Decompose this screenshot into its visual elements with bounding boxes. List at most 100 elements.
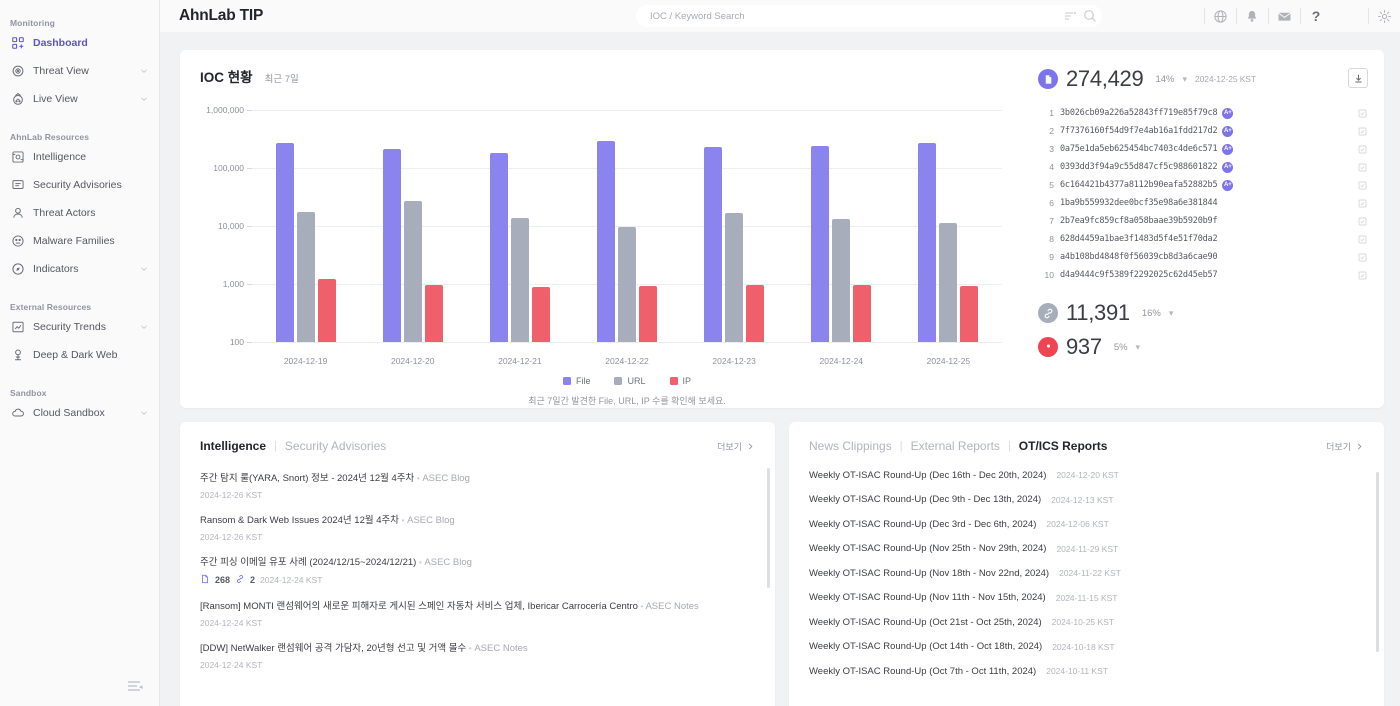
item-title[interactable]: Weekly OT-ISAC Round-Up (Dec 3rd - Dec 6… — [809, 519, 1036, 530]
chart-bar-url[interactable] — [297, 212, 315, 342]
chart-bar-ip[interactable] — [853, 285, 871, 342]
chart-bar-url[interactable] — [832, 219, 850, 342]
sidebar-item-threat-view[interactable]: Threat View — [0, 58, 159, 84]
ioc-hash-row[interactable]: 13b026cb09a226a52843ff719e85f79c8A+ — [1038, 104, 1368, 122]
item-title[interactable]: Weekly OT-ISAC Round-Up (Nov 18th - Nov … — [809, 568, 1049, 579]
chart-bar-file[interactable] — [811, 146, 829, 342]
intelligence-more-link[interactable]: 더보기 — [717, 440, 755, 453]
hash-value[interactable]: a4b108bd4848f0f56039cb8d3a6cae90 — [1060, 252, 1217, 262]
search-input[interactable] — [636, 11, 1062, 22]
chevron-down-icon[interactable] — [139, 94, 149, 104]
chart-bar-file[interactable] — [383, 149, 401, 342]
copy-icon[interactable] — [1357, 234, 1368, 245]
sidebar-item-intelligence[interactable]: Intelligence — [0, 144, 159, 170]
chart-bar-file[interactable] — [597, 141, 615, 342]
sidebar-item-security-trends[interactable]: Security Trends — [0, 314, 159, 340]
list-item[interactable]: [DDW] NetWalker 랜섬웨어 공격 가담자, 20년형 선고 및 거… — [200, 633, 755, 675]
copy-icon[interactable] — [1357, 126, 1368, 137]
sidebar-item-live-view[interactable]: Live View — [0, 86, 159, 112]
copy-icon[interactable] — [1357, 198, 1368, 209]
hash-value[interactable]: d4a9444c9f5389f2292025c62d45eb57 — [1060, 270, 1217, 280]
list-item[interactable]: Weekly OT-ISAC Round-Up (Oct 21st - Oct … — [809, 610, 1364, 635]
filter-list-icon[interactable] — [1062, 8, 1078, 24]
list-item[interactable]: Ransom & Dark Web Issues 2024년 12월 4주차 •… — [200, 505, 755, 547]
chart-bar-file[interactable] — [704, 147, 722, 342]
hash-value[interactable]: 7f7376160f54d9f7e4ab16a1fdd217d2 — [1060, 126, 1217, 136]
chart-bar-url[interactable] — [511, 218, 529, 342]
item-title[interactable]: Ransom & Dark Web Issues 2024년 12월 4주차 •… — [200, 512, 755, 526]
ioc-hash-row[interactable]: 72b7ea9fc859cf8a058baae39b5920b9f — [1038, 212, 1368, 230]
search-icon[interactable] — [1082, 8, 1098, 24]
list-item[interactable]: Weekly OT-ISAC Round-Up (Dec 3rd - Dec 6… — [809, 512, 1364, 537]
global-search[interactable] — [636, 5, 1102, 27]
chart-bar-ip[interactable] — [532, 287, 550, 342]
chart-bar-file[interactable] — [276, 143, 294, 342]
item-title[interactable]: Weekly OT-ISAC Round-Up (Dec 16th - Dec … — [809, 470, 1046, 481]
copy-icon[interactable] — [1357, 108, 1368, 119]
ioc-hash-row[interactable]: 40393dd3f94a9c55d847cf5c988601822A+ — [1038, 158, 1368, 176]
list-item[interactable]: Weekly OT-ISAC Round-Up (Dec 9th - Dec 1… — [809, 488, 1364, 513]
chevron-down-icon[interactable] — [139, 66, 149, 76]
copy-icon[interactable] — [1357, 162, 1368, 173]
hash-value[interactable]: 3b026cb09a226a52843ff719e85f79c8 — [1060, 108, 1217, 118]
sidebar-item-dashboard[interactable]: Dashboard — [0, 30, 159, 56]
sidebar-item-malware-families[interactable]: Malware Families — [0, 228, 159, 254]
chevron-down-icon[interactable] — [139, 264, 149, 274]
copy-icon[interactable] — [1357, 252, 1368, 263]
collapse-sidebar-icon[interactable]: ◂ — [125, 676, 145, 696]
ioc-hash-row[interactable]: 10d4a9444c9f5389f2292025c62d45eb57 — [1038, 266, 1368, 284]
tab-external-reports[interactable]: External Reports — [911, 439, 1000, 453]
list-item[interactable]: Weekly OT-ISAC Round-Up (Nov 11th - Nov … — [809, 586, 1364, 611]
tab-security-advisories[interactable]: Security Advisories — [285, 439, 386, 453]
ioc-hash-row[interactable]: 30a75e1da5eb625454bc7403c4de6c571A+ — [1038, 140, 1368, 158]
hash-value[interactable]: 1ba9b559932dee0bcf35e98a6e381844 — [1060, 198, 1217, 208]
item-title[interactable]: [DDW] NetWalker 랜섬웨어 공격 가담자, 20년형 선고 및 거… — [200, 640, 755, 654]
item-title[interactable]: Weekly OT-ISAC Round-Up (Oct 7th - Oct 1… — [809, 666, 1036, 677]
tab-ot-ics-reports[interactable]: OT/ICS Reports — [1019, 439, 1108, 453]
list-item[interactable]: [Ransom] MONTI 랜섬웨어의 새로운 피해자로 게시된 스페인 자동… — [200, 591, 755, 633]
list-item[interactable]: Weekly OT-ISAC Round-Up (Oct 7th - Oct 1… — [809, 659, 1364, 684]
sidebar-item-threat-actors[interactable]: Threat Actors — [0, 200, 159, 226]
hash-value[interactable]: 6c164421b4377a8112b90eafa52882b5 — [1060, 180, 1217, 190]
chart-bar-file[interactable] — [490, 153, 508, 342]
list-item[interactable]: 주간 피싱 이메일 유포 사례 (2024/12/15~2024/12/21) … — [200, 547, 755, 591]
sidebar-item-deep-dark-web[interactable]: Deep & Dark Web — [0, 342, 159, 368]
chart-bar-ip[interactable] — [318, 279, 336, 342]
news-more-link[interactable]: 더보기 — [1326, 440, 1364, 453]
ioc-hash-row[interactable]: 61ba9b559932dee0bcf35e98a6e381844 — [1038, 194, 1368, 212]
notification-icon[interactable] — [1236, 0, 1268, 32]
hash-value[interactable]: 0a75e1da5eb625454bc7403c4de6c571 — [1060, 144, 1217, 154]
chart-bar-ip[interactable] — [639, 286, 657, 342]
legend-item-ip[interactable]: IP — [670, 376, 692, 386]
chart-bar-url[interactable] — [939, 223, 957, 342]
list-item[interactable]: Weekly OT-ISAC Round-Up (Nov 25th - Nov … — [809, 537, 1364, 562]
list-item[interactable]: Weekly OT-ISAC Round-Up (Nov 18th - Nov … — [809, 561, 1364, 586]
chevron-down-icon[interactable] — [139, 408, 149, 418]
item-title[interactable]: Weekly OT-ISAC Round-Up (Dec 9th - Dec 1… — [809, 494, 1041, 505]
hash-value[interactable]: 0393dd3f94a9c55d847cf5c988601822 — [1060, 162, 1217, 172]
chart-bar-url[interactable] — [725, 213, 743, 342]
item-title[interactable]: Weekly OT-ISAC Round-Up (Oct 21st - Oct … — [809, 617, 1042, 628]
ioc-hash-row[interactable]: 8628d4459a1bae3f1483d5f4e51f70da2 — [1038, 230, 1368, 248]
sidebar-item-cloud-sandbox[interactable]: Cloud Sandbox — [0, 400, 159, 426]
copy-icon[interactable] — [1357, 180, 1368, 191]
sidebar-item-indicators[interactable]: Indicators — [0, 256, 159, 282]
hash-value[interactable]: 2b7ea9fc859cf8a058baae39b5920b9f — [1060, 216, 1217, 226]
item-title[interactable]: Weekly OT-ISAC Round-Up (Nov 25th - Nov … — [809, 543, 1046, 554]
chart-bar-url[interactable] — [404, 201, 422, 342]
settings-icon[interactable] — [1368, 0, 1400, 32]
chevron-down-icon[interactable] — [139, 322, 149, 332]
chart-bar-ip[interactable] — [425, 285, 443, 342]
list-item[interactable]: Weekly OT-ISAC Round-Up (Dec 16th - Dec … — [809, 463, 1364, 488]
chart-bar-file[interactable] — [918, 143, 936, 342]
mail-icon[interactable] — [1268, 0, 1300, 32]
ioc-hash-row[interactable]: 27f7376160f54d9f7e4ab16a1fdd217d2A+ — [1038, 122, 1368, 140]
item-title[interactable]: [Ransom] MONTI 랜섬웨어의 새로운 피해자로 게시된 스페인 자동… — [200, 598, 755, 612]
sidebar-item-security-advisories[interactable]: Security Advisories — [0, 172, 159, 198]
item-title[interactable]: Weekly OT-ISAC Round-Up (Oct 14th - Oct … — [809, 641, 1042, 652]
globe-icon[interactable] — [1204, 0, 1236, 32]
item-title[interactable]: 주간 탐지 룰(YARA, Snort) 정보 - 2024년 12월 4주차 … — [200, 470, 755, 484]
news-scrollbar[interactable] — [1376, 472, 1379, 652]
copy-icon[interactable] — [1357, 144, 1368, 155]
legend-item-file[interactable]: File — [563, 376, 591, 386]
